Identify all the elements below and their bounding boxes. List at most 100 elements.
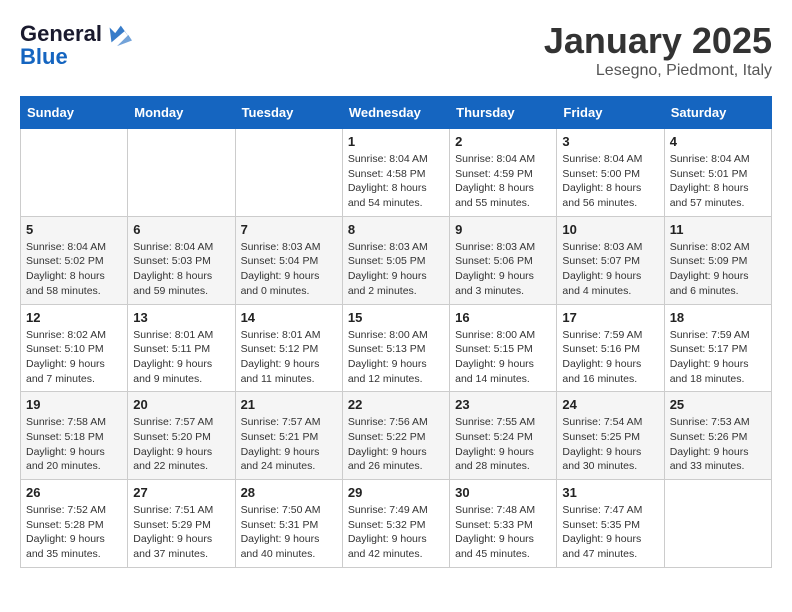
day-info: Sunrise: 7:59 AM Sunset: 5:17 PM Dayligh… — [670, 328, 766, 387]
day-info: Sunrise: 7:58 AM Sunset: 5:18 PM Dayligh… — [26, 415, 122, 474]
day-info: Sunrise: 7:51 AM Sunset: 5:29 PM Dayligh… — [133, 503, 229, 562]
header-day-saturday: Saturday — [664, 97, 771, 129]
calendar-cell: 20Sunrise: 7:57 AM Sunset: 5:20 PM Dayli… — [128, 392, 235, 480]
calendar-cell — [664, 480, 771, 568]
day-number: 7 — [241, 222, 337, 237]
day-info: Sunrise: 7:49 AM Sunset: 5:32 PM Dayligh… — [348, 503, 444, 562]
day-info: Sunrise: 7:50 AM Sunset: 5:31 PM Dayligh… — [241, 503, 337, 562]
calendar-cell — [235, 129, 342, 217]
calendar-cell: 30Sunrise: 7:48 AM Sunset: 5:33 PM Dayli… — [450, 480, 557, 568]
day-number: 24 — [562, 397, 658, 412]
day-number: 5 — [26, 222, 122, 237]
day-number: 8 — [348, 222, 444, 237]
day-info: Sunrise: 7:55 AM Sunset: 5:24 PM Dayligh… — [455, 415, 551, 474]
week-row: 5 Sunrise: 8:04 AM Sunset: 5:02 PM Daylig… — [21, 216, 772, 304]
calendar-cell: 24 Sunrise: 7:54 AM Sunset: 5:25 PM Dayli… — [557, 392, 664, 480]
calendar-cell: 10 Sunrise: 8:03 AM Sunset: 5:07 PM Dayli… — [557, 216, 664, 304]
day-number: 22 — [348, 397, 444, 412]
header-day-tuesday: Tuesday — [235, 97, 342, 129]
page-header: General Blue January 2025 Lesegno, Piedm… — [20, 20, 772, 80]
day-number: 6 — [133, 222, 229, 237]
day-info: Sunrise: 7:54 AM Sunset: 5:25 PM Dayligh… — [562, 415, 658, 474]
calendar-cell: 14Sunrise: 8:01 AM Sunset: 5:12 PM Dayli… — [235, 304, 342, 392]
day-number: 18 — [670, 310, 766, 325]
week-row: 1 Sunrise: 8:04 AM Sunset: 4:58 PM Daylig… — [21, 129, 772, 217]
day-info: Sunrise: 7:53 AM Sunset: 5:26 PM Dayligh… — [670, 415, 766, 474]
calendar-cell: 3 Sunrise: 8:04 AM Sunset: 5:00 PM Daylig… — [557, 129, 664, 217]
day-number: 2 — [455, 134, 551, 149]
calendar-header: SundayMondayTuesdayWednesdayThursdayFrid… — [21, 97, 772, 129]
day-info: Sunrise: 7:57 AM Sunset: 5:20 PM Dayligh… — [133, 415, 229, 474]
day-info: Sunrise: 8:03 AM Sunset: 5:07 PM Dayligh… — [562, 240, 658, 299]
day-number: 25 — [670, 397, 766, 412]
day-info: Sunrise: 8:02 AM Sunset: 5:10 PM Dayligh… — [26, 328, 122, 387]
calendar-cell: 5 Sunrise: 8:04 AM Sunset: 5:02 PM Daylig… — [21, 216, 128, 304]
day-number: 17 — [562, 310, 658, 325]
header-day-friday: Friday — [557, 97, 664, 129]
day-number: 16 — [455, 310, 551, 325]
day-number: 13 — [133, 310, 229, 325]
logo-icon — [104, 20, 132, 48]
calendar-cell: 27 Sunrise: 7:51 AM Sunset: 5:29 PM Dayli… — [128, 480, 235, 568]
calendar-cell: 6 Sunrise: 8:04 AM Sunset: 5:03 PM Daylig… — [128, 216, 235, 304]
day-info: Sunrise: 8:04 AM Sunset: 5:03 PM Dayligh… — [133, 240, 229, 299]
calendar-cell: 2 Sunrise: 8:04 AM Sunset: 4:59 PM Daylig… — [450, 129, 557, 217]
day-number: 14 — [241, 310, 337, 325]
day-info: Sunrise: 8:03 AM Sunset: 5:04 PM Dayligh… — [241, 240, 337, 299]
day-info: Sunrise: 8:04 AM Sunset: 5:01 PM Dayligh… — [670, 152, 766, 211]
calendar-cell: 15Sunrise: 8:00 AM Sunset: 5:13 PM Dayli… — [342, 304, 449, 392]
calendar-cell — [128, 129, 235, 217]
day-info: Sunrise: 8:01 AM Sunset: 5:11 PM Dayligh… — [133, 328, 229, 387]
day-number: 29 — [348, 485, 444, 500]
calendar-cell: 28 Sunrise: 7:50 AM Sunset: 5:31 PM Dayli… — [235, 480, 342, 568]
day-number: 19 — [26, 397, 122, 412]
calendar-cell: 13 Sunrise: 8:01 AM Sunset: 5:11 PM Dayli… — [128, 304, 235, 392]
calendar-cell: 4 Sunrise: 8:04 AM Sunset: 5:01 PM Daylig… — [664, 129, 771, 217]
day-number: 26 — [26, 485, 122, 500]
calendar-cell: 23 Sunrise: 7:55 AM Sunset: 5:24 PM Dayli… — [450, 392, 557, 480]
week-row: 19 Sunrise: 7:58 AM Sunset: 5:18 PM Dayli… — [21, 392, 772, 480]
logo: General Blue — [20, 20, 132, 70]
day-number: 4 — [670, 134, 766, 149]
day-number: 1 — [348, 134, 444, 149]
day-info: Sunrise: 7:48 AM Sunset: 5:33 PM Dayligh… — [455, 503, 551, 562]
calendar-cell: 22Sunrise: 7:56 AM Sunset: 5:22 PM Dayli… — [342, 392, 449, 480]
header-day-monday: Monday — [128, 97, 235, 129]
day-info: Sunrise: 8:00 AM Sunset: 5:15 PM Dayligh… — [455, 328, 551, 387]
day-info: Sunrise: 8:04 AM Sunset: 5:02 PM Dayligh… — [26, 240, 122, 299]
calendar-cell: 29 Sunrise: 7:49 AM Sunset: 5:32 PM Dayli… — [342, 480, 449, 568]
day-info: Sunrise: 8:04 AM Sunset: 4:59 PM Dayligh… — [455, 152, 551, 211]
calendar-cell: 26 Sunrise: 7:52 AM Sunset: 5:28 PM Dayli… — [21, 480, 128, 568]
day-number: 28 — [241, 485, 337, 500]
calendar-cell — [21, 129, 128, 217]
day-info: Sunrise: 8:04 AM Sunset: 4:58 PM Dayligh… — [348, 152, 444, 211]
day-info: Sunrise: 7:47 AM Sunset: 5:35 PM Dayligh… — [562, 503, 658, 562]
calendar-cell: 21 Sunrise: 7:57 AM Sunset: 5:21 PM Dayli… — [235, 392, 342, 480]
calendar-cell: 1 Sunrise: 8:04 AM Sunset: 4:58 PM Daylig… — [342, 129, 449, 217]
day-info: Sunrise: 7:59 AM Sunset: 5:16 PM Dayligh… — [562, 328, 658, 387]
day-number: 3 — [562, 134, 658, 149]
calendar-cell: 19 Sunrise: 7:58 AM Sunset: 5:18 PM Dayli… — [21, 392, 128, 480]
calendar-table: SundayMondayTuesdayWednesdayThursdayFrid… — [20, 96, 772, 568]
day-number: 27 — [133, 485, 229, 500]
day-info: Sunrise: 7:52 AM Sunset: 5:28 PM Dayligh… — [26, 503, 122, 562]
day-info: Sunrise: 8:03 AM Sunset: 5:06 PM Dayligh… — [455, 240, 551, 299]
day-number: 31 — [562, 485, 658, 500]
header-day-wednesday: Wednesday — [342, 97, 449, 129]
day-number: 21 — [241, 397, 337, 412]
day-number: 15 — [348, 310, 444, 325]
week-row: 26 Sunrise: 7:52 AM Sunset: 5:28 PM Dayli… — [21, 480, 772, 568]
calendar-cell: 25 Sunrise: 7:53 AM Sunset: 5:26 PM Dayli… — [664, 392, 771, 480]
day-info: Sunrise: 8:03 AM Sunset: 5:05 PM Dayligh… — [348, 240, 444, 299]
calendar-cell: 9Sunrise: 8:03 AM Sunset: 5:06 PM Daylig… — [450, 216, 557, 304]
day-number: 10 — [562, 222, 658, 237]
day-number: 23 — [455, 397, 551, 412]
calendar-cell: 8 Sunrise: 8:03 AM Sunset: 5:05 PM Daylig… — [342, 216, 449, 304]
header-day-sunday: Sunday — [21, 97, 128, 129]
month-title: January 2025 — [544, 20, 772, 62]
calendar-cell: 31 Sunrise: 7:47 AM Sunset: 5:35 PM Dayli… — [557, 480, 664, 568]
day-number: 11 — [670, 222, 766, 237]
calendar-cell: 12Sunrise: 8:02 AM Sunset: 5:10 PM Dayli… — [21, 304, 128, 392]
day-info: Sunrise: 8:04 AM Sunset: 5:00 PM Dayligh… — [562, 152, 658, 211]
day-info: Sunrise: 7:57 AM Sunset: 5:21 PM Dayligh… — [241, 415, 337, 474]
